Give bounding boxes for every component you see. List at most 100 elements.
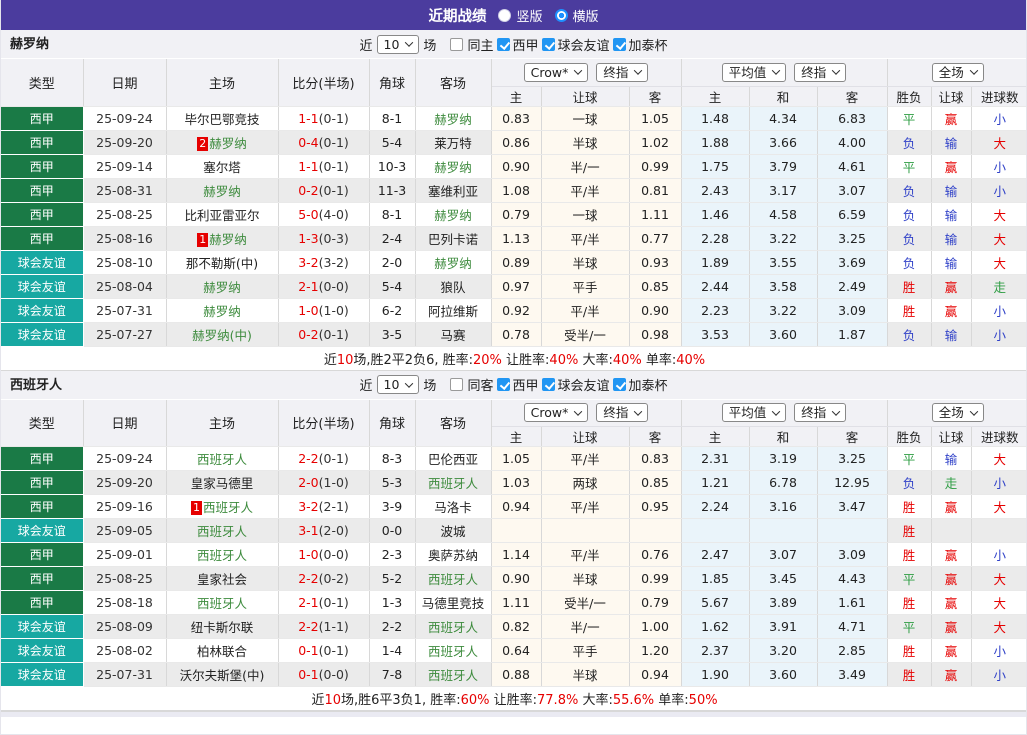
odds-away-cell: 0.81 bbox=[629, 178, 681, 202]
layout-radio-vertical[interactable]: 竖版 bbox=[498, 6, 542, 25]
sub-header-avg-away: 客 bbox=[817, 86, 887, 106]
odds-company-select[interactable]: Crow* bbox=[524, 403, 589, 422]
sub-header-result: 胜负 bbox=[887, 427, 931, 447]
odds-stage-select[interactable]: 终指 bbox=[596, 63, 648, 82]
league-checkbox-laliga[interactable]: 西甲 bbox=[497, 35, 538, 54]
home-team-link[interactable]: 西班牙人 bbox=[197, 452, 247, 467]
same-home-checkbox[interactable] bbox=[450, 38, 463, 51]
home-team-link[interactable]: 赫罗纳 bbox=[203, 304, 241, 319]
home-team-link[interactable]: 塞尔塔 bbox=[203, 160, 241, 175]
match-count-select[interactable]: 10 bbox=[377, 375, 420, 394]
odds-handicap-cell bbox=[541, 519, 629, 543]
away-team-link[interactable]: 狼队 bbox=[440, 280, 465, 295]
full-time-score: 0-2 bbox=[298, 327, 318, 342]
away-team-cell: 西班牙人 bbox=[415, 615, 491, 639]
match-type-cell: 球会友谊 bbox=[1, 322, 83, 346]
home-team-link[interactable]: 赫罗纳 bbox=[203, 184, 241, 199]
home-team-cell: 赫罗纳 bbox=[166, 178, 278, 202]
home-team-link[interactable]: 赫罗纳 bbox=[209, 232, 247, 247]
away-team-link[interactable]: 马洛卡 bbox=[434, 500, 472, 515]
match-count-select[interactable]: 10 bbox=[377, 35, 420, 54]
home-team-link[interactable]: 柏林联合 bbox=[197, 644, 247, 659]
same-away-checkbox[interactable] bbox=[450, 378, 463, 391]
away-team-link[interactable]: 西班牙人 bbox=[428, 476, 478, 491]
sub-header-avg-draw: 和 bbox=[749, 427, 817, 447]
home-team-link[interactable]: 皇家社会 bbox=[197, 572, 247, 587]
summary-part: 60% bbox=[461, 693, 490, 708]
scope-select[interactable]: 全场 bbox=[932, 403, 984, 422]
result-outcome-cell: 负 bbox=[887, 226, 931, 250]
odds-home-cell: 0.82 bbox=[491, 615, 541, 639]
home-team-link[interactable]: 西班牙人 bbox=[197, 524, 247, 539]
away-team-link[interactable]: 奥萨苏纳 bbox=[428, 548, 478, 563]
result-goals-cell: 走 bbox=[971, 274, 1027, 298]
home-team-cell: 1赫罗纳 bbox=[166, 226, 278, 250]
away-team-link[interactable]: 西班牙人 bbox=[428, 572, 478, 587]
odds-company-select[interactable]: Crow* bbox=[524, 63, 589, 82]
away-team-link[interactable]: 巴列卡诺 bbox=[428, 232, 478, 247]
avg-stage-select[interactable]: 终指 bbox=[794, 403, 846, 422]
avg-group-header: 平均值 终指 bbox=[681, 59, 887, 86]
avg-stage-select[interactable]: 终指 bbox=[794, 63, 846, 82]
match-row: 西甲25-09-01西班牙人1-0(0-0)2-3奥萨苏纳1.14平/半0.76… bbox=[1, 543, 1027, 567]
avg-company-select[interactable]: 平均值 bbox=[722, 63, 787, 82]
away-team-link[interactable]: 西班牙人 bbox=[428, 644, 478, 659]
league-checkbox-catalan-cup[interactable]: 加泰杯 bbox=[613, 35, 667, 54]
sub-header-odds-home: 主 bbox=[491, 427, 541, 447]
avg-home-cell: 1.48 bbox=[681, 106, 749, 130]
match-date-cell: 25-08-16 bbox=[83, 226, 166, 250]
result-goals-cell: 大 bbox=[971, 591, 1027, 615]
away-team-link[interactable]: 赫罗纳 bbox=[434, 112, 472, 127]
home-team-link[interactable]: 皇家马德里 bbox=[191, 476, 254, 491]
home-team-link[interactable]: 毕尔巴鄂竞技 bbox=[184, 112, 259, 127]
layout-radio-horizontal[interactable]: 横版 bbox=[555, 6, 599, 25]
summary-part: 让胜率: bbox=[502, 353, 550, 368]
half-time-score: (0-0) bbox=[319, 667, 349, 682]
full-time-score: 3-2 bbox=[298, 255, 318, 270]
corners-cell: 1-4 bbox=[369, 639, 415, 663]
match-date-cell: 25-09-24 bbox=[83, 447, 166, 471]
home-team-link[interactable]: 赫罗纳 bbox=[209, 136, 247, 151]
filter-controls: 近 10 场 同主 西甲 球会友谊 加泰杯 bbox=[1, 30, 1026, 58]
home-team-link[interactable]: 西班牙人 bbox=[203, 500, 253, 515]
away-team-link[interactable]: 赫罗纳 bbox=[434, 160, 472, 175]
away-team-link[interactable]: 塞维利亚 bbox=[428, 184, 478, 199]
away-team-link[interactable]: 马赛 bbox=[440, 328, 465, 343]
home-team-link[interactable]: 那不勒斯(中) bbox=[186, 256, 258, 271]
corners-cell: 8-1 bbox=[369, 106, 415, 130]
match-type-cell: 西甲 bbox=[1, 178, 83, 202]
col-header-type: 类型 bbox=[1, 59, 83, 106]
score-cell: 0-2(0-1) bbox=[278, 178, 369, 202]
away-team-link[interactable]: 阿拉维斯 bbox=[428, 304, 478, 319]
home-team-link[interactable]: 西班牙人 bbox=[197, 548, 247, 563]
sub-header-odds-home: 主 bbox=[491, 86, 541, 106]
corners-cell: 2-2 bbox=[369, 615, 415, 639]
away-team-link[interactable]: 西班牙人 bbox=[428, 620, 478, 635]
league-checkbox-friendly[interactable]: 球会友谊 bbox=[542, 35, 609, 54]
result-goals-cell: 小 bbox=[971, 178, 1027, 202]
avg-away-cell: 6.83 bbox=[817, 106, 887, 130]
away-team-cell: 赫罗纳 bbox=[415, 202, 491, 226]
away-team-link[interactable]: 波城 bbox=[440, 524, 465, 539]
away-team-link[interactable]: 莱万特 bbox=[434, 136, 472, 151]
away-team-link[interactable]: 巴伦西亚 bbox=[428, 452, 478, 467]
away-team-link[interactable]: 赫罗纳 bbox=[434, 256, 472, 271]
league-checkbox-friendly[interactable]: 球会友谊 bbox=[542, 375, 609, 394]
away-team-link[interactable]: 西班牙人 bbox=[428, 668, 478, 683]
home-team-link[interactable]: 比利亚雷亚尔 bbox=[184, 208, 259, 223]
home-team-link[interactable]: 沃尔夫斯堡(中) bbox=[180, 668, 265, 683]
league-checkbox-laliga[interactable]: 西甲 bbox=[497, 375, 538, 394]
away-team-link[interactable]: 赫罗纳 bbox=[434, 208, 472, 223]
summary-part: 20% bbox=[473, 353, 502, 368]
league-checkbox-catalan-cup[interactable]: 加泰杯 bbox=[613, 375, 667, 394]
home-team-link[interactable]: 纽卡斯尔联 bbox=[191, 620, 254, 635]
home-team-link[interactable]: 赫罗纳 bbox=[203, 280, 241, 295]
away-team-link[interactable]: 马德里竞技 bbox=[422, 596, 485, 611]
scope-select[interactable]: 全场 bbox=[932, 63, 984, 82]
home-team-link[interactable]: 赫罗纳(中) bbox=[192, 328, 252, 343]
avg-company-select[interactable]: 平均值 bbox=[722, 403, 787, 422]
odds-stage-select[interactable]: 终指 bbox=[596, 403, 648, 422]
avg-home-cell: 1.46 bbox=[681, 202, 749, 226]
chevron-down-icon bbox=[574, 407, 582, 415]
home-team-link[interactable]: 西班牙人 bbox=[197, 596, 247, 611]
